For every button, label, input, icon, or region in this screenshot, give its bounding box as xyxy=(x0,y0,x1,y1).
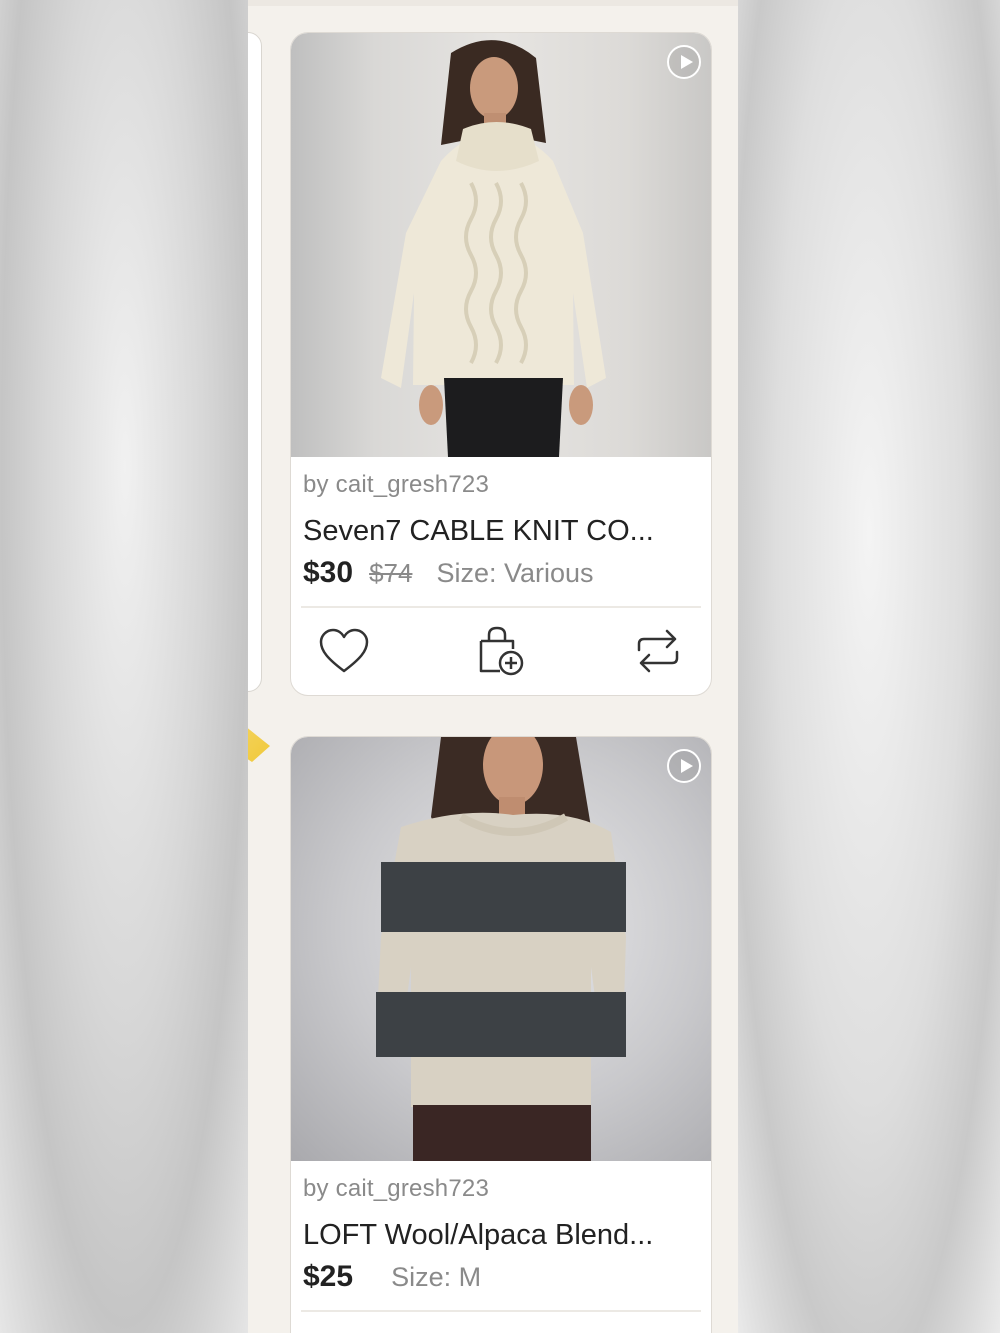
repost-icon xyxy=(637,629,679,673)
blurred-background-right xyxy=(738,0,1000,1333)
seller-name[interactable]: by cait_gresh723 xyxy=(303,471,699,499)
listing-card[interactable]: by cait_gresh723 Seven7 CABLE KNIT CO...… xyxy=(290,32,712,696)
listing-photo[interactable] xyxy=(291,33,711,457)
listing-card[interactable]: by cait_gresh723 LOFT Wool/Alpaca Blend.… xyxy=(290,736,712,1333)
striped-sweater-photo xyxy=(376,737,626,1161)
adjacent-listing-card[interactable] xyxy=(248,32,262,692)
blurred-background-left xyxy=(0,0,250,1333)
price-row: $25 Size: M xyxy=(303,1260,699,1294)
listing-price: $30 xyxy=(303,556,354,589)
listing-title[interactable]: LOFT Wool/Alpaca Blend... xyxy=(303,1219,699,1252)
seller-name[interactable]: by cait_gresh723 xyxy=(303,1175,699,1203)
listing-photo[interactable] xyxy=(291,737,711,1161)
add-to-bundle-button[interactable] xyxy=(474,624,528,678)
heart-icon xyxy=(319,628,369,673)
listing-feed[interactable]: by cait_gresh723 Seven7 CABLE KNIT CO...… xyxy=(248,0,738,1333)
price-row: $30 $74 Size: Various xyxy=(303,556,699,590)
play-circle-icon[interactable] xyxy=(667,749,701,783)
play-circle-icon[interactable] xyxy=(667,45,701,79)
like-button[interactable] xyxy=(317,624,371,678)
listing-title[interactable]: Seven7 CABLE KNIT CO... xyxy=(303,515,699,548)
cable-knit-sweater-photo xyxy=(381,40,606,457)
listing-size: Size: Various xyxy=(436,558,594,588)
listing-size: Size: M xyxy=(391,1262,482,1292)
listing-actions xyxy=(291,608,711,678)
listing-price: $25 xyxy=(303,1260,354,1293)
share-button[interactable] xyxy=(631,624,685,678)
original-price: $74 xyxy=(369,558,413,588)
divider xyxy=(301,1310,701,1312)
decorative-sticker xyxy=(248,722,270,762)
bag-plus-icon xyxy=(479,626,524,676)
